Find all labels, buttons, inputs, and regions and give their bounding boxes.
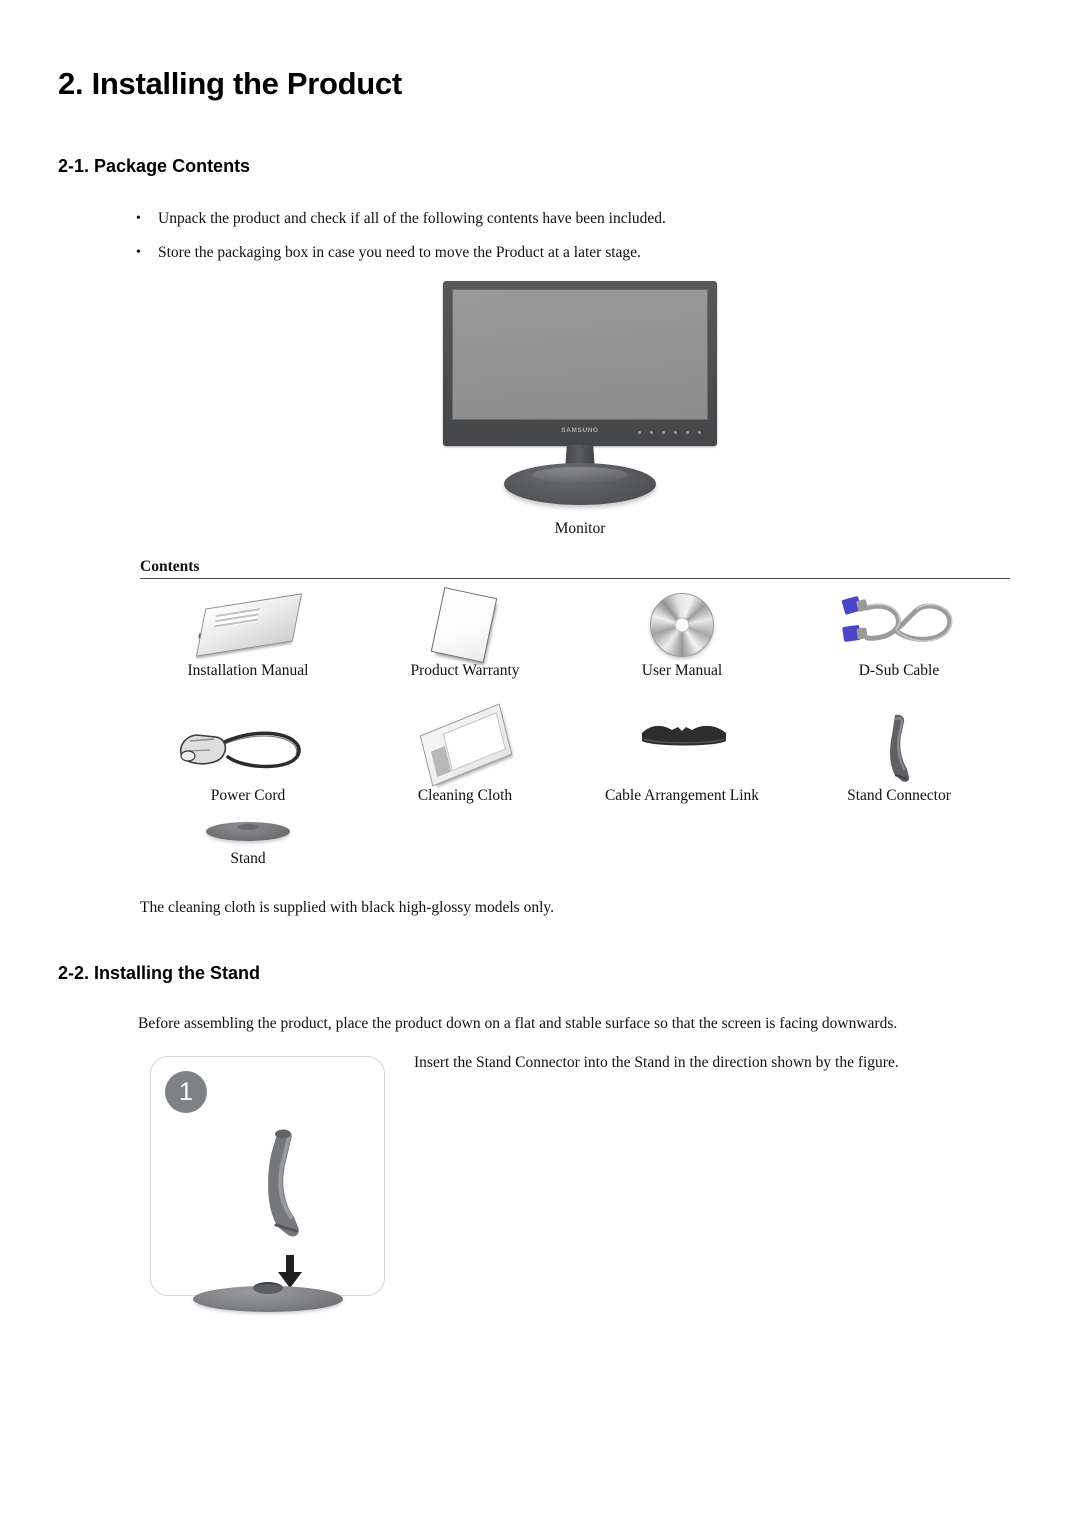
monitor-button-dot [674,431,677,434]
bullet-item: • Unpack the product and check if all of… [136,209,666,229]
monitor-caption: Monitor [554,520,606,537]
monitor-illustration: SAMSUNG [443,281,717,505]
step-1-instruction: Insert the Stand Connector into the Stan… [414,1054,899,1071]
d-sub-connector-lower [842,625,868,642]
stand-icon [148,818,348,848]
monitor-button-dot [686,431,689,434]
d-sub-connector-upper [841,596,868,615]
content-item: Cleaning Cloth [365,703,565,805]
user-manual-cd-icon [582,588,782,660]
document-page: 2. Installing the Product 2-1. Package C… [0,0,1080,1527]
monitor-button-dot [650,431,653,434]
power-plug-head [180,734,227,765]
content-item: Power Cord [148,713,348,805]
content-item: Stand [148,818,348,868]
cloth-window [442,712,506,772]
cable-arrangement-link-icon [582,713,782,785]
content-item: Product Warranty [365,587,565,680]
content-item-label: Product Warranty [410,662,520,679]
content-item-label: Stand Connector [847,787,951,804]
stand-connector-drawing [890,714,910,782]
monitor-button-dot [638,431,641,434]
cd-disc [650,593,714,657]
content-item-label: Power Cord [210,787,286,804]
content-item: User Manual [582,588,782,680]
content-item-label: Cleaning Cloth [417,787,513,804]
content-item-label: Stand [230,850,266,867]
content-item-label: User Manual [641,662,723,679]
cleaning-cloth-icon [365,703,565,787]
content-item: Stand Connector [799,713,999,805]
section-heading-package-contents: 2-1. Package Contents [58,156,251,176]
cleaning-cloth-note: The cleaning cloth is supplied with blac… [140,899,554,916]
content-item: Cable Arrangement Link [582,713,782,805]
booklet-cover [195,593,303,657]
bullet-text: Unpack the product and check if all of t… [158,210,666,227]
stand-connector-icon [799,713,999,785]
stand-disc [206,822,290,841]
cd-hub [674,617,690,633]
installation-manual-icon [148,588,348,660]
bullet-marker-icon: • [136,211,141,226]
section-heading-installing-stand: 2-2. Installing the Stand [58,963,261,983]
cleaning-cloth-package [419,703,513,787]
bullet-text: Store the packaging box in case you need… [158,244,641,261]
content-item: Installation Manual [148,588,348,680]
stand-socket [237,824,259,830]
monitor-button-dot [662,431,665,434]
product-warranty-icon [365,587,565,663]
monitor-brand-logo: SAMSUNG [561,427,599,434]
monitor-base-highlight [532,467,628,483]
stand-socket [253,1282,283,1294]
contents-label: Contents [140,558,200,575]
monitor-screen [452,289,708,420]
page-title: 2. Installing the Product [58,66,402,101]
warranty-card [430,587,498,663]
stand-intro-text: Before assembling the product, place the… [138,1015,898,1032]
bullet-marker-icon: • [136,245,141,260]
contents-divider [140,578,1010,579]
bullet-item: • Store the packaging box in case you ne… [136,243,641,263]
stand-connector-illustration [268,1129,299,1237]
power-cord-icon [148,713,348,785]
step-number-badge: 1 [165,1071,207,1113]
content-item-label: D-Sub Cable [858,662,940,679]
step-1-figure: 1 [150,1056,385,1312]
content-item-label: Cable Arrangement Link [604,787,760,804]
stand-illustration [193,1282,343,1312]
monitor-bezel [443,281,717,446]
monitor-control-buttons [638,431,701,434]
cable-link-drawing [642,725,726,746]
content-item-label: Installation Manual [187,662,309,679]
content-item: D-Sub Cable [799,588,999,680]
d-sub-cable-icon [799,588,999,660]
monitor-button-dot [698,431,701,434]
d-sub-cable-drawing [841,596,953,642]
power-cord-drawing [180,731,301,769]
